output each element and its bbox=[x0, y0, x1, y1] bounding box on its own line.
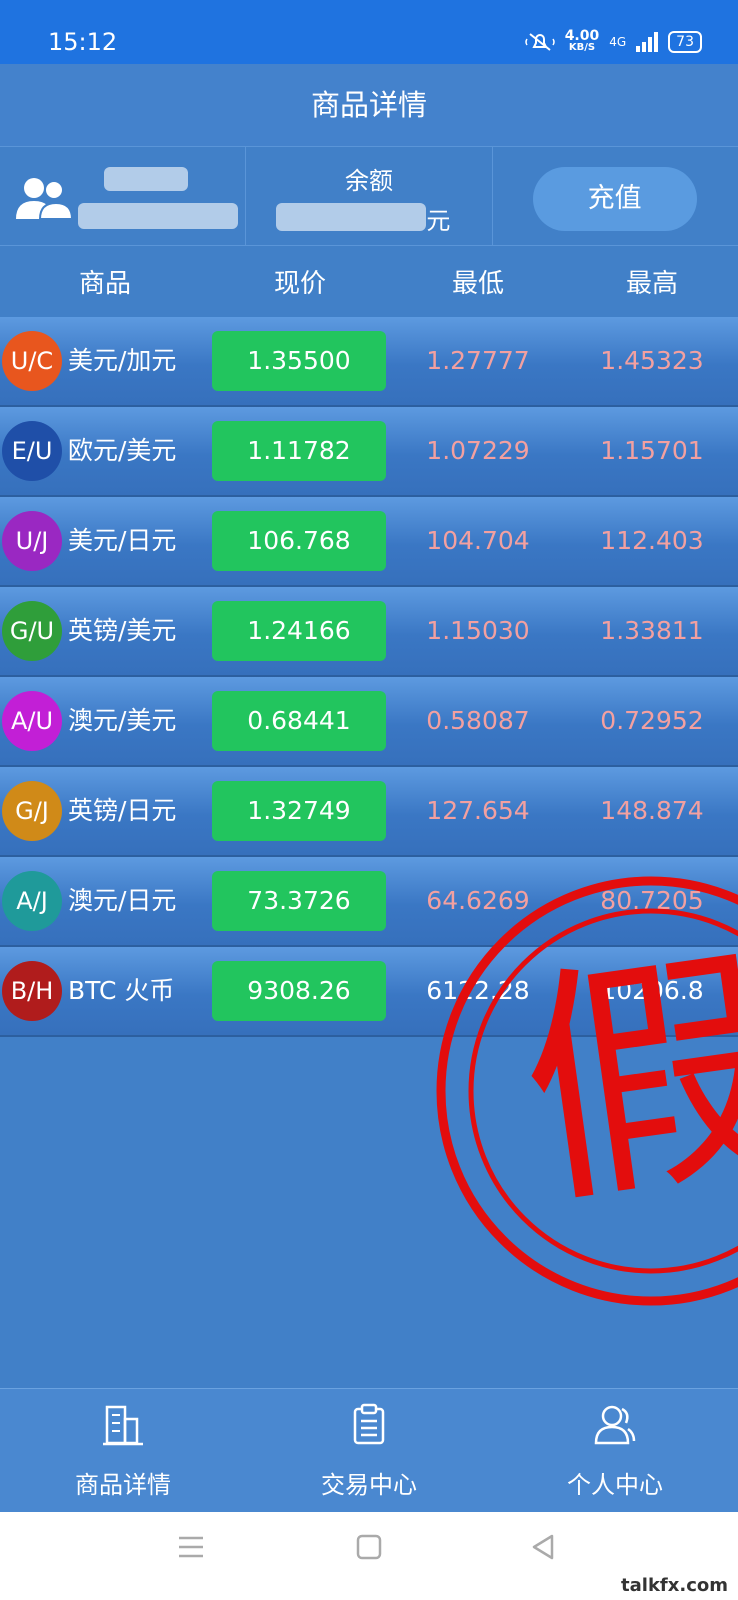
nav-label: 个人中心 bbox=[567, 1471, 663, 1499]
menu-icon[interactable] bbox=[176, 1532, 206, 1562]
user-icon bbox=[594, 1405, 636, 1445]
signal-icon bbox=[636, 32, 659, 52]
account-panel: 余额 元 充值 bbox=[0, 146, 738, 246]
nav-item-product-details[interactable]: 商品详情 bbox=[0, 1389, 246, 1513]
masked-balance bbox=[276, 203, 427, 231]
table-row[interactable]: A/J 澳元/日元 73.3726 64.6269 80.7205 bbox=[0, 857, 738, 947]
battery-level: 73 bbox=[676, 34, 694, 50]
table-row[interactable]: B/H BTC 火币 9308.26 6122.28 10206.8 bbox=[0, 947, 738, 1037]
current-price[interactable]: 106.768 bbox=[212, 511, 386, 571]
page-title: 商品详情 bbox=[0, 64, 738, 146]
table-row[interactable]: A/U 澳元/美元 0.68441 0.58087 0.72952 bbox=[0, 677, 738, 767]
current-price[interactable]: 73.3726 bbox=[212, 871, 386, 931]
low-price: 1.15030 bbox=[426, 616, 530, 645]
status-bar: 15:12 4.00 KB/S 4G 73 bbox=[0, 0, 738, 64]
high-price: 1.33811 bbox=[600, 616, 704, 645]
product-badge: B/H bbox=[2, 961, 62, 1021]
account-action-cell: 充值 bbox=[493, 147, 738, 245]
back-icon[interactable] bbox=[528, 1532, 558, 1562]
product-name: 澳元/美元 bbox=[68, 706, 177, 735]
table-row[interactable]: G/U 英镑/美元 1.24166 1.15030 1.33811 bbox=[0, 587, 738, 677]
network-type: 4G bbox=[609, 35, 627, 49]
app-screen: 商品详情 余额 元 充值 商品 现价 最低 最高 U/C 美元/加元 1.355… bbox=[0, 64, 738, 1388]
high-price: 148.874 bbox=[600, 796, 704, 825]
high-price: 112.403 bbox=[600, 526, 704, 555]
table-row[interactable]: E/U 欧元/美元 1.11782 1.07229 1.15701 bbox=[0, 407, 738, 497]
current-price[interactable]: 0.68441 bbox=[212, 691, 386, 751]
product-badge: G/J bbox=[2, 781, 62, 841]
building-icon bbox=[103, 1405, 143, 1446]
column-header-product: 商品 bbox=[78, 268, 131, 299]
product-name: BTC 火币 bbox=[68, 976, 175, 1005]
balance-unit: 元 bbox=[426, 207, 451, 235]
product-list: U/C 美元/加元 1.35500 1.27777 1.45323 E/U 欧元… bbox=[0, 317, 738, 1037]
current-price[interactable]: 1.11782 bbox=[212, 421, 386, 481]
masked-username bbox=[104, 167, 188, 191]
battery-icon: 73 bbox=[668, 31, 702, 53]
nav-label: 商品详情 bbox=[75, 1471, 171, 1499]
product-name: 美元/日元 bbox=[68, 526, 177, 555]
product-badge: A/U bbox=[2, 691, 62, 751]
product-name: 英镑/美元 bbox=[68, 616, 177, 645]
account-balance-cell: 余额 元 bbox=[246, 147, 493, 245]
account-user-cell bbox=[0, 147, 247, 245]
table-row[interactable]: G/J 英镑/日元 1.32749 127.654 148.874 bbox=[0, 767, 738, 857]
low-price: 127.654 bbox=[426, 796, 530, 825]
net-speed-unit: KB/S bbox=[568, 42, 596, 53]
low-price: 104.704 bbox=[426, 526, 530, 555]
low-price: 1.07229 bbox=[426, 436, 530, 465]
nav-item-trading-center[interactable]: 交易中心 bbox=[246, 1389, 492, 1513]
product-name: 美元/加元 bbox=[68, 346, 177, 375]
table-row[interactable]: U/C 美元/加元 1.35500 1.27777 1.45323 bbox=[0, 317, 738, 407]
column-header-price: 现价 bbox=[273, 268, 326, 299]
watermark: talkfx.com bbox=[621, 1575, 728, 1596]
product-badge: U/C bbox=[2, 331, 62, 391]
net-speed: 4.00 KB/S bbox=[564, 28, 600, 54]
users-icon bbox=[16, 178, 74, 220]
current-price[interactable]: 9308.26 bbox=[212, 961, 386, 1021]
current-price[interactable]: 1.24166 bbox=[212, 601, 386, 661]
low-price: 64.6269 bbox=[426, 886, 530, 915]
column-header-low: 最低 bbox=[451, 268, 504, 299]
nav-item-personal-center[interactable]: 个人中心 bbox=[492, 1389, 738, 1513]
high-price: 10206.8 bbox=[600, 976, 704, 1005]
low-price: 1.27777 bbox=[426, 346, 530, 375]
bottom-nav: 商品详情 交易中心 个人中心 bbox=[0, 1388, 738, 1513]
product-badge: G/U bbox=[2, 601, 62, 661]
current-price[interactable]: 1.35500 bbox=[212, 331, 386, 391]
clipboard-icon bbox=[353, 1403, 385, 1445]
mute-bell-icon bbox=[524, 33, 555, 51]
product-badge: U/J bbox=[2, 511, 62, 571]
status-time: 15:12 bbox=[48, 28, 118, 56]
high-price: 80.7205 bbox=[600, 886, 704, 915]
product-name: 欧元/美元 bbox=[68, 436, 177, 465]
status-icons: 4.00 KB/S 4G 73 bbox=[524, 28, 702, 54]
home-icon[interactable] bbox=[354, 1532, 384, 1562]
high-price: 0.72952 bbox=[600, 706, 704, 735]
product-name: 英镑/日元 bbox=[68, 796, 177, 825]
table-row[interactable]: U/J 美元/日元 106.768 104.704 112.403 bbox=[0, 497, 738, 587]
high-price: 1.15701 bbox=[600, 436, 704, 465]
system-nav-bar: talkfx.com bbox=[0, 1512, 738, 1600]
low-price: 0.58087 bbox=[426, 706, 530, 735]
table-header: 商品 现价 最低 最高 bbox=[0, 245, 738, 317]
product-name: 澳元/日元 bbox=[68, 886, 177, 915]
recharge-button[interactable]: 充值 bbox=[532, 167, 697, 231]
product-badge: E/U bbox=[2, 421, 62, 481]
net-speed-value: 4.00 bbox=[564, 28, 600, 44]
masked-account-id bbox=[78, 203, 238, 229]
product-badge: A/J bbox=[2, 871, 62, 931]
current-price[interactable]: 1.32749 bbox=[212, 781, 386, 841]
nav-label: 交易中心 bbox=[321, 1471, 417, 1499]
balance-label: 余额 bbox=[344, 167, 393, 195]
column-header-high: 最高 bbox=[625, 268, 678, 299]
low-price: 6122.28 bbox=[426, 976, 530, 1005]
high-price: 1.45323 bbox=[600, 346, 704, 375]
